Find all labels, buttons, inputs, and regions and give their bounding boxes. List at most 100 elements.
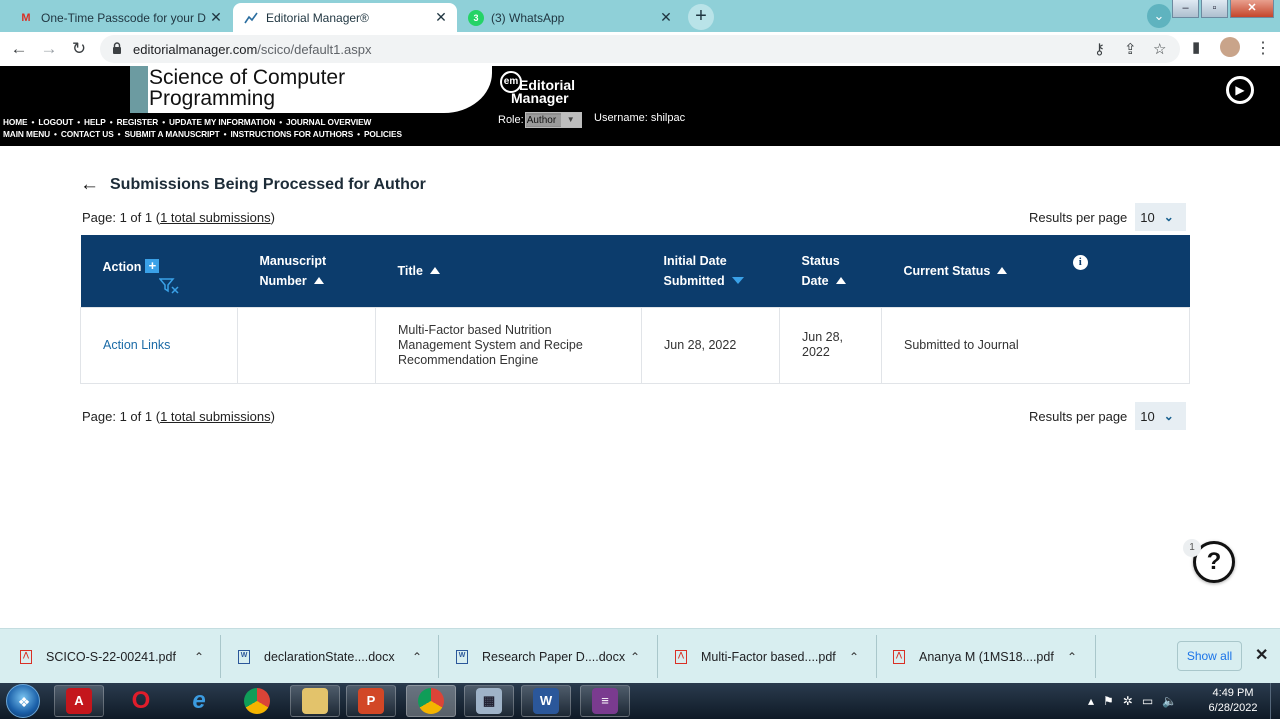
download-item[interactable]: W declarationState....docx ⌃	[238, 629, 438, 684]
chevron-up-icon[interactable]: ⌃	[412, 650, 422, 664]
close-tab-icon[interactable]: ✕	[656, 9, 676, 26]
chevron-up-icon[interactable]: ⌃	[194, 650, 204, 664]
tab-title: Editorial Manager®	[266, 10, 369, 25]
download-item[interactable]: ⋀ Ananya M (1MS18....pdf ⌃	[893, 629, 1093, 684]
window-close-button[interactable]: ✕	[1230, 0, 1274, 18]
nav-register[interactable]: REGISTER	[117, 117, 159, 127]
total-submissions-link[interactable]: 1 total submissions	[160, 210, 271, 225]
taskbar-word[interactable]: W	[521, 685, 571, 717]
forward-arrow-icon[interactable]: →	[38, 38, 60, 60]
nav-home[interactable]: HOME	[3, 117, 28, 127]
total-submissions-link[interactable]: 1 total submissions	[160, 409, 271, 424]
chevron-up-icon[interactable]: ⌃	[1067, 650, 1077, 664]
download-item[interactable]: ⋀ SCICO-S-22-00241.pdf ⌃	[20, 629, 220, 684]
clock[interactable]: 4:49 PM 6/28/2022	[1203, 686, 1263, 716]
nav-main-menu[interactable]: MAIN MENU	[3, 129, 50, 139]
clear-filter-icon[interactable]	[157, 277, 179, 300]
share-icon[interactable]: ⇪	[1124, 40, 1137, 58]
col-status-date[interactable]: Status Date	[779, 235, 882, 307]
tab-search-chevron-icon[interactable]: ⌄	[1147, 4, 1171, 28]
col-initial-date[interactable]: Initial Date Submitted	[641, 235, 780, 307]
windows-logo-icon: ❖	[17, 694, 31, 710]
play-video-icon[interactable]: ▶	[1226, 76, 1254, 104]
download-item[interactable]: ⋀ Multi-Factor based....pdf ⌃	[675, 629, 875, 684]
profile-avatar[interactable]	[1220, 37, 1240, 57]
taskbar-calculator[interactable]: ▦	[464, 685, 514, 717]
nav-instructions[interactable]: INSTRUCTIONS FOR AUTHORS	[230, 129, 353, 139]
nav-policies[interactable]: POLICIES	[364, 129, 402, 139]
chevron-up-icon[interactable]: ⌃	[849, 650, 859, 664]
tray-expand-icon[interactable]: ▴	[1088, 694, 1094, 708]
taskbar-powerpoint[interactable]: P	[346, 685, 396, 717]
nav-logout[interactable]: LOGOUT	[38, 117, 73, 127]
col-status-date-line1: Status	[801, 253, 840, 268]
gmail-icon: M	[21, 11, 31, 24]
flag-icon[interactable]: ⚑	[1103, 694, 1114, 708]
taskbar-explorer[interactable]	[290, 685, 340, 717]
side-panel-icon[interactable]: ▮	[1192, 38, 1200, 56]
expand-plus-icon[interactable]: +	[145, 259, 160, 274]
results-per-page-select[interactable]: 10 ⌄	[1135, 203, 1187, 231]
action-links-link[interactable]: Action Links	[103, 338, 170, 352]
back-arrow-icon[interactable]: ←	[80, 175, 99, 194]
internet-explorer-icon: e	[192, 687, 206, 714]
nav-journal-overview[interactable]: JOURNAL OVERVIEW	[286, 117, 371, 127]
cell-initial-date: Jun 28, 2022	[641, 306, 780, 384]
col-manuscript-number[interactable]: Manuscript Number	[237, 235, 376, 307]
journal-title-line1: Science of Computer	[149, 66, 346, 89]
chevron-up-icon[interactable]: ⌃	[630, 650, 640, 664]
key-icon[interactable]: ⚷	[1094, 40, 1105, 58]
url-text: editorialmanager.com/scico/default1.aspx	[133, 42, 372, 57]
nav-update-info[interactable]: UPDATE MY INFORMATION	[169, 117, 275, 127]
minimize-button[interactable]: –	[1172, 0, 1199, 18]
network-icon[interactable]: ▭	[1142, 694, 1153, 708]
col-title[interactable]: Title	[375, 235, 642, 307]
taskbar-ie[interactable]: e	[174, 685, 224, 717]
pdf-file-icon: ⋀	[675, 649, 687, 664]
word-icon: W	[533, 688, 559, 714]
username: Username: shilpac	[594, 112, 686, 124]
maximize-button[interactable]: ▫	[1201, 0, 1228, 18]
divider	[876, 635, 877, 678]
taskbar-winrar[interactable]: ≡	[580, 685, 630, 717]
bookmark-star-icon[interactable]: ☆	[1153, 40, 1166, 58]
whatsapp-icon: 3	[468, 9, 484, 26]
taskbar-chrome[interactable]	[232, 685, 282, 717]
download-item[interactable]: W Research Paper D....docx ⌃	[456, 629, 656, 684]
new-tab-button[interactable]: +	[688, 4, 714, 30]
col-current-status[interactable]: Current Status i	[881, 235, 1190, 307]
nav-submit-manuscript[interactable]: SUBMIT A MANUSCRIPT	[124, 129, 219, 139]
volume-icon[interactable]: 🔈	[1162, 694, 1177, 708]
taskbar-acrobat[interactable]: A	[54, 685, 104, 717]
system-tray: ▴ ⚑ ✲ ▭ 🔈	[1088, 683, 1186, 719]
info-icon[interactable]: i	[1072, 254, 1088, 270]
show-all-downloads-button[interactable]: Show all	[1177, 641, 1242, 671]
reload-icon[interactable]: ↻	[68, 38, 90, 60]
windows-taskbar: ❖ A O e P ▦ W ≡ ▴ ⚑ ✲ ▭ 🔈 4:49 PM 6/28/2…	[0, 683, 1280, 719]
menu-kebab-icon[interactable]: ⋮	[1255, 38, 1271, 58]
tab-gmail[interactable]: M One-Time Passcode for your Dec ✕	[8, 3, 232, 32]
chrome-icon	[244, 688, 270, 714]
col-title-label: Title	[397, 263, 423, 278]
word-file-icon: W	[238, 649, 250, 664]
nav-contact-us[interactable]: CONTACT US	[61, 129, 114, 139]
opera-icon: O	[131, 687, 151, 714]
tab-editorial-manager[interactable]: Editorial Manager® ✕	[233, 3, 457, 32]
close-tab-icon[interactable]: ✕	[431, 9, 451, 26]
close-icon[interactable]: ✕	[1255, 645, 1268, 665]
taskbar-opera[interactable]: O	[116, 685, 166, 717]
cell-title: Multi-Factor based Nutrition Management …	[375, 306, 642, 384]
role-dropdown[interactable]: Author ▼	[524, 112, 582, 128]
show-desktop-button[interactable]	[1270, 683, 1280, 719]
back-arrow-icon[interactable]: ←	[8, 38, 30, 60]
taskbar-chrome-active[interactable]	[406, 685, 456, 717]
tab-whatsapp[interactable]: 3 (3) WhatsApp ✕	[458, 3, 682, 32]
address-bar[interactable]: editorialmanager.com/scico/default1.aspx…	[100, 35, 1180, 63]
nav-help[interactable]: HELP	[84, 117, 106, 127]
start-button[interactable]: ❖	[6, 684, 40, 718]
tray-app-icon[interactable]: ✲	[1123, 694, 1133, 708]
results-value: 10	[1140, 209, 1155, 225]
close-tab-icon[interactable]: ✕	[206, 9, 226, 26]
logo-text-line2: Manager	[511, 90, 569, 106]
results-per-page-select[interactable]: 10 ⌄	[1135, 402, 1187, 430]
